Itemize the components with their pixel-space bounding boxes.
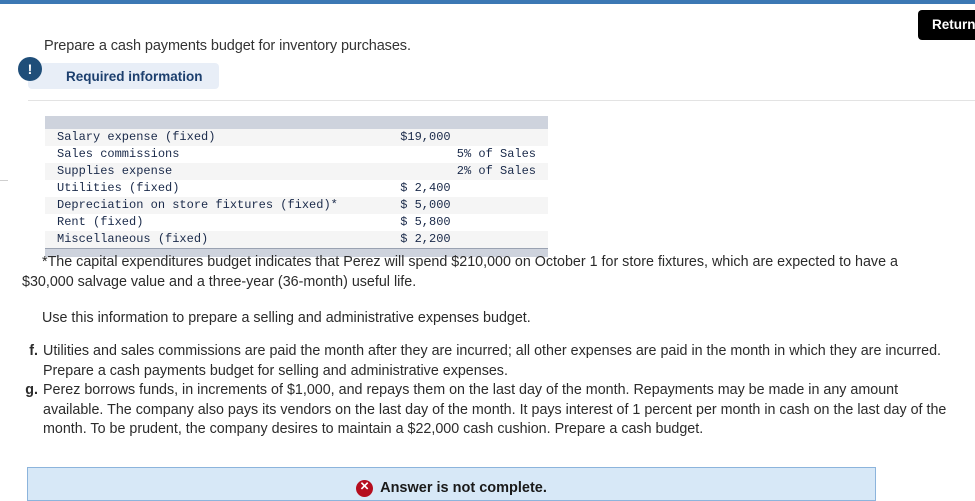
row-value: $ 5,000	[392, 197, 548, 214]
list-item: f. Utilities and sales commissions are p…	[22, 342, 952, 381]
error-x-icon: ✕	[356, 479, 374, 497]
required-information-label: Required information	[66, 68, 203, 84]
list-item-text: Perez borrows funds, in increments of $1…	[43, 382, 947, 437]
row-label: Salary expense (fixed)	[45, 129, 393, 146]
answer-status-panel: ✕ Answer is not complete.	[27, 467, 876, 501]
row-label: Rent (fixed)	[45, 214, 393, 231]
row-label: Utilities (fixed)	[45, 180, 393, 197]
table-row: Supplies expense 2% of Sales	[45, 163, 548, 180]
row-label: Supplies expense	[45, 163, 393, 180]
table-row: Miscellaneous (fixed) $ 2,200	[45, 231, 548, 249]
answer-status-text: Answer is not complete.	[380, 480, 547, 496]
list-item-marker: f.	[29, 343, 38, 359]
table-row: Salary expense (fixed) $19,000	[45, 129, 548, 146]
left-edge-tick	[0, 180, 8, 181]
table-row: Depreciation on store fixtures (fixed)* …	[45, 197, 548, 214]
table-row: Rent (fixed) $ 5,800	[45, 214, 548, 231]
table-row: Utilities (fixed) $ 2,400	[45, 180, 548, 197]
row-value: $ 2,200	[392, 231, 548, 249]
use-information-instruction: Use this information to prepare a sellin…	[42, 310, 531, 326]
expense-assumptions-table: Salary expense (fixed) $19,000 Sales com…	[45, 116, 548, 257]
top-accent-bar	[0, 0, 975, 4]
list-item: g. Perez borrows funds, in increments of…	[22, 381, 952, 440]
expense-table-body: Salary expense (fixed) $19,000 Sales com…	[45, 116, 548, 257]
row-value: $ 2,400	[392, 180, 548, 197]
table-header-band-cell	[45, 116, 548, 129]
answer-status-inner: ✕ Answer is not complete.	[356, 479, 547, 497]
row-value: 2% of Sales	[392, 163, 548, 180]
list-item-text: Utilities and sales commissions are paid…	[43, 343, 941, 379]
row-label: Sales commissions	[45, 146, 393, 163]
table-row: Sales commissions 5% of Sales	[45, 146, 548, 163]
capital-expenditures-footnote: *The capital expenditures budget indicat…	[22, 254, 898, 290]
row-label: Depreciation on store fixtures (fixed)*	[45, 197, 393, 214]
row-value: 5% of Sales	[392, 146, 548, 163]
table-header-band	[45, 116, 548, 129]
row-value: $19,000	[392, 129, 548, 146]
return-to-question-button[interactable]: Return to question	[918, 10, 975, 40]
header-divider	[28, 100, 975, 101]
row-value: $ 5,800	[392, 214, 548, 231]
row-label: Miscellaneous (fixed)	[45, 231, 393, 249]
list-item-marker: g.	[25, 382, 38, 398]
lettered-requirements-list: f. Utilities and sales commissions are p…	[22, 342, 952, 440]
required-information-badge: Required information	[28, 63, 219, 89]
exclamation-icon: !	[18, 57, 42, 81]
question-heading: Prepare a cash payments budget for inven…	[44, 38, 411, 54]
